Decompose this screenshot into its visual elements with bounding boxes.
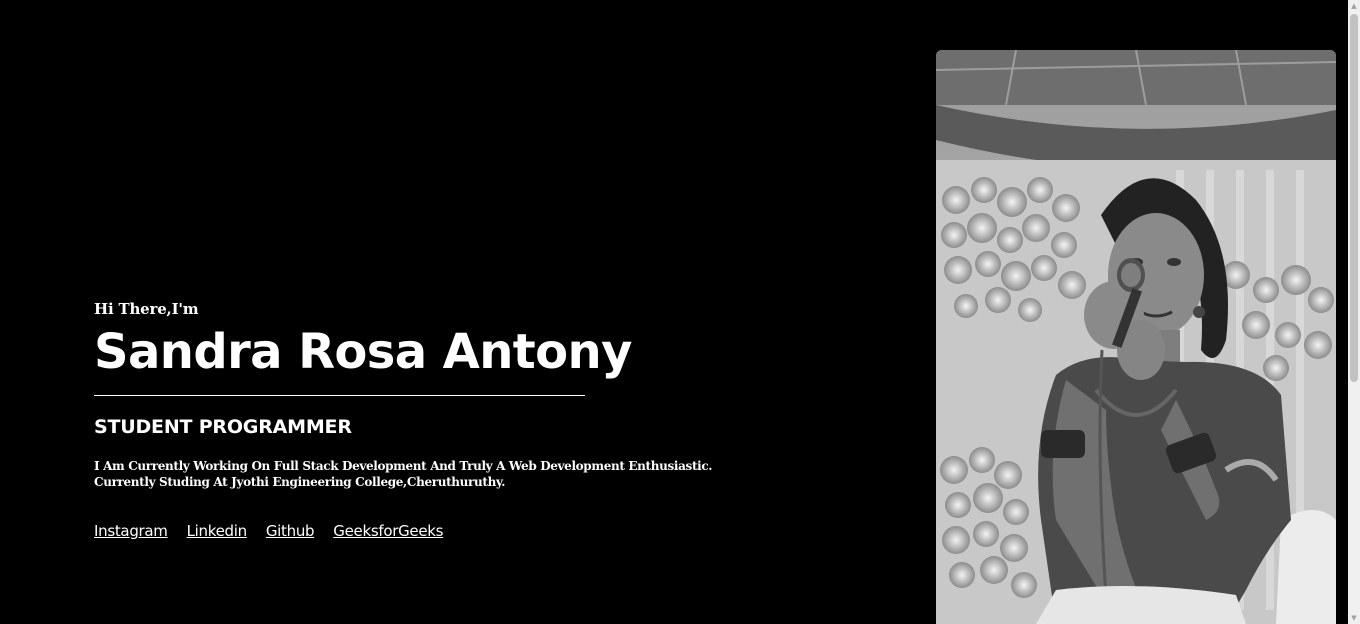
- role-title: STUDENT PROGRAMMER: [94, 416, 352, 438]
- hero-section: Hi There,I'm Sandra Rosa Antony STUDENT …: [94, 300, 714, 540]
- bio-text: I Am Currently Working On Full Stack Dev…: [94, 458, 714, 490]
- divider: [94, 395, 585, 396]
- person-name: Sandra Rosa Antony: [94, 324, 632, 380]
- bio-line-2: Currently Studing At Jyothi Engineering …: [94, 475, 506, 489]
- profile-photo-image: [936, 50, 1336, 624]
- arrow-up-icon[interactable]: ▲: [1348, 0, 1360, 12]
- instagram-link[interactable]: Instagram: [94, 522, 168, 540]
- github-link[interactable]: Github: [266, 522, 315, 540]
- social-links: Instagram Linkedin Github GeeksforGeeks: [94, 522, 714, 540]
- scrollbar-thumb[interactable]: [1350, 14, 1358, 382]
- portfolio-page: Hi There,I'm Sandra Rosa Antony STUDENT …: [0, 0, 1360, 624]
- geeksforgeeks-link[interactable]: GeeksforGeeks: [333, 522, 443, 540]
- arrow-down-icon[interactable]: ▼: [1348, 612, 1360, 624]
- greeting-text: Hi There,I'm: [94, 300, 199, 318]
- bio-line-1: I Am Currently Working On Full Stack Dev…: [94, 459, 713, 473]
- linkedin-link[interactable]: Linkedin: [187, 522, 248, 540]
- profile-photo: [936, 50, 1336, 624]
- vertical-scrollbar[interactable]: ▲ ▼: [1348, 0, 1360, 624]
